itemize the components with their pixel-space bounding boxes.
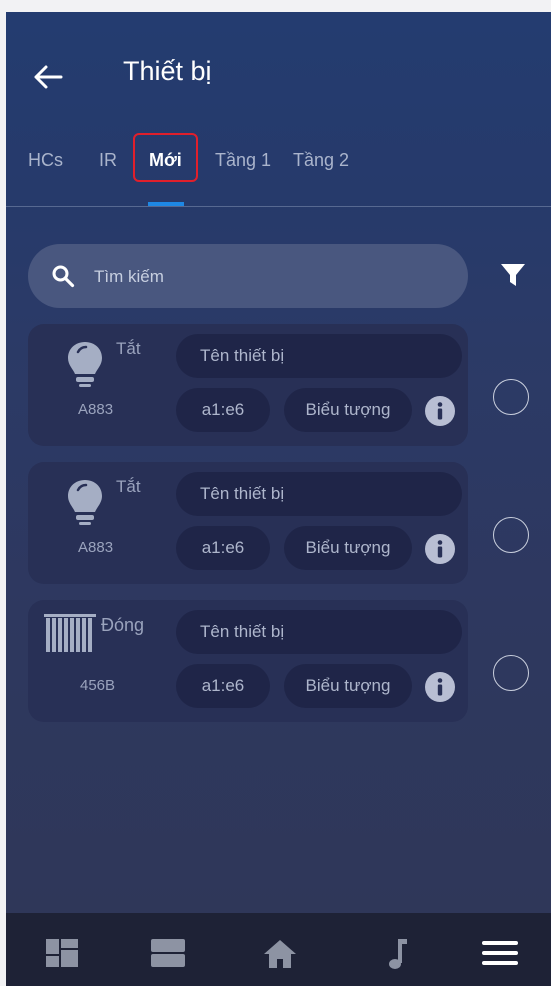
device-icon-button[interactable]: Biểu tượng (284, 526, 412, 570)
select-radio[interactable] (493, 655, 529, 691)
menu-icon[interactable] (480, 935, 520, 971)
tab-ir[interactable]: IR (99, 150, 117, 171)
search-bar[interactable] (28, 244, 468, 308)
tab-tang-1[interactable]: Tầng 1 (215, 150, 271, 171)
device-card: Tắt A883 Tên thiết bị a1:e6 Biểu tượng (28, 462, 468, 584)
device-mac-button[interactable]: a1:e6 (176, 388, 270, 432)
lightbulb-icon (68, 480, 102, 525)
phone-screen: Thiết bị HCs IR Mới Tầng 1 Tầng 2 Tắt A8… (6, 12, 551, 986)
tab-bar: HCs IR Mới Tầng 1 Tầng 2 (6, 142, 551, 182)
filter-icon[interactable] (498, 260, 528, 290)
device-name-field[interactable]: Tên thiết bị (176, 334, 462, 378)
device-mac-button[interactable]: a1:e6 (176, 526, 270, 570)
device-mac-button[interactable]: a1:e6 (176, 664, 270, 708)
device-icon-button[interactable]: Biểu tượng (284, 664, 412, 708)
select-radio[interactable] (493, 517, 529, 553)
device-code: 456B (80, 677, 116, 694)
device-card: Đóng 456B Tên thiết bị a1:e6 Biểu tượng (28, 600, 468, 722)
device-status: Tắt (116, 339, 141, 358)
home-icon[interactable] (260, 935, 300, 971)
search-input[interactable] (92, 262, 436, 292)
active-tab-highlight (133, 133, 198, 182)
device-icon-button[interactable]: Biểu tượng (284, 388, 412, 432)
info-icon[interactable] (425, 672, 455, 702)
select-radio[interactable] (493, 379, 529, 415)
device-name-field[interactable]: Tên thiết bị (176, 472, 462, 516)
info-icon[interactable] (425, 396, 455, 426)
device-code: A883 (78, 401, 114, 418)
device-code: A883 (78, 539, 114, 556)
device-card: Tắt A883 Tên thiết bị a1:e6 Biểu tượng (28, 324, 468, 446)
dashboard-icon[interactable] (42, 935, 82, 971)
tab-tang-2[interactable]: Tầng 2 (293, 150, 349, 171)
bottom-nav (6, 913, 551, 986)
top-bar: Thiết bị HCs IR Mới Tầng 1 Tầng 2 (6, 12, 551, 207)
page-title: Thiết bị (123, 56, 212, 86)
info-icon[interactable] (425, 534, 455, 564)
rooms-icon[interactable] (148, 935, 188, 971)
device-name-field[interactable]: Tên thiết bị (176, 610, 462, 654)
back-arrow-icon[interactable] (32, 62, 64, 92)
curtain-icon (44, 614, 96, 652)
search-icon (52, 265, 75, 288)
tab-hcs[interactable]: HCs (28, 150, 63, 171)
music-icon[interactable] (378, 935, 418, 971)
header-divider (6, 206, 551, 207)
device-status: Tắt (116, 477, 141, 496)
device-status: Đóng (101, 615, 145, 635)
lightbulb-icon (68, 342, 102, 387)
